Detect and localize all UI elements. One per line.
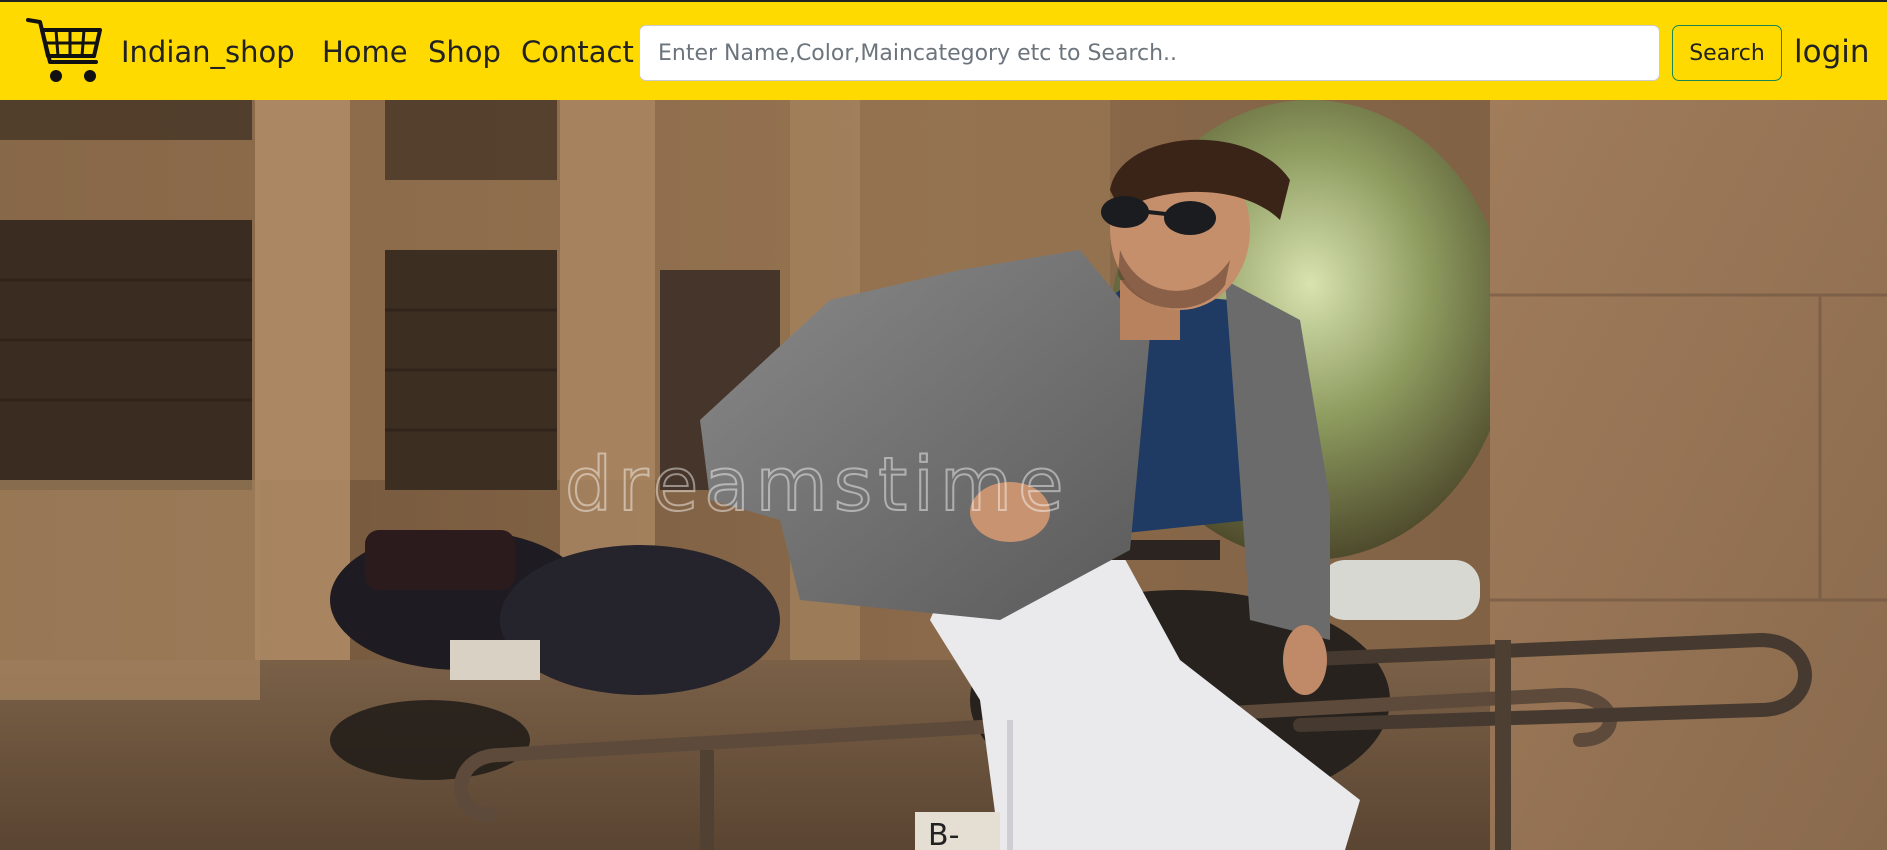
login-link[interactable]: login xyxy=(1794,32,1870,72)
nav-shop[interactable]: Shop xyxy=(428,32,501,72)
nav-contact[interactable]: Contact xyxy=(521,32,634,72)
shopping-cart-icon[interactable] xyxy=(26,16,104,88)
search-button[interactable]: Search xyxy=(1672,25,1782,81)
navbar: Indian_shop Home Shop Contact Search log… xyxy=(0,0,1887,100)
plate-text: B- xyxy=(928,818,959,850)
hero-image: B- dreamstime xyxy=(0,100,1887,850)
hero-banner: B- dreamstime xyxy=(0,100,1887,850)
nav-home[interactable]: Home xyxy=(322,32,408,72)
watermark-text: dreamstime xyxy=(565,442,1069,528)
brand-link[interactable]: Indian_shop xyxy=(121,32,295,72)
search-input[interactable] xyxy=(639,25,1660,81)
